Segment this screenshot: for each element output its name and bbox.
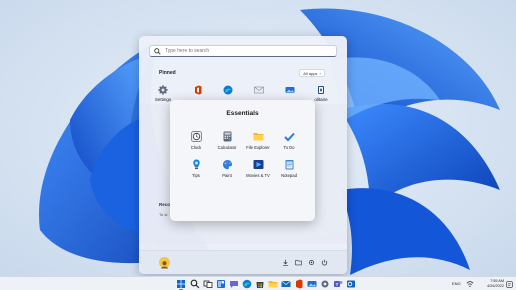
folder-app-movies-tv[interactable]: Movies & TV — [242, 159, 274, 178]
folder-app-label: Calculator — [217, 145, 237, 150]
clock-display[interactable]: 7:55 AM 4/26/2022 — [482, 279, 504, 289]
downloads-icon[interactable] — [282, 259, 289, 266]
settings-icon[interactable] — [320, 279, 330, 289]
start-menu-footer — [139, 250, 347, 274]
folder-app-file-explorer[interactable]: File Explorer — [242, 131, 274, 150]
folder-app-label: Paint — [222, 173, 232, 178]
clock-icon — [190, 131, 202, 142]
movies-icon — [253, 160, 263, 169]
user-avatar[interactable] — [159, 257, 170, 269]
pinned-app-office[interactable] — [186, 85, 210, 95]
todo-icon — [283, 132, 295, 142]
folder-app-calculator[interactable]: Calculator — [211, 131, 243, 150]
taskbar: T ENG 7:55 AM 4/26/2022 — [0, 276, 516, 290]
notepad-icon — [285, 160, 293, 170]
chevron-right-icon: › — [319, 70, 321, 76]
language-indicator[interactable]: ENG — [452, 281, 461, 286]
folder-app-label: File Explorer — [246, 145, 270, 150]
calculator-icon — [223, 131, 231, 142]
edge-icon — [223, 85, 233, 95]
outlook-icon[interactable] — [346, 279, 356, 289]
pinned-app-solitaire[interactable]: olitaire — [309, 85, 333, 102]
tips-icon — [192, 159, 200, 169]
recommended-empty-text: To st — [159, 212, 168, 217]
photos-icon[interactable] — [307, 279, 317, 289]
clock-date: 4/26/2022 — [487, 284, 504, 288]
settings-icon[interactable] — [308, 259, 315, 266]
solitaire-icon — [318, 86, 324, 94]
folder-app-clock[interactable]: Clock — [180, 131, 212, 150]
office-icon[interactable] — [294, 279, 304, 289]
folder-title: Essentials — [226, 110, 259, 117]
mail-icon — [254, 86, 264, 94]
search-icon[interactable] — [190, 279, 200, 289]
file-explorer-icon[interactable] — [268, 279, 278, 289]
file-explorer-icon — [253, 133, 263, 141]
folder-app-paint[interactable]: Paint — [211, 159, 243, 178]
folder-app-notepad[interactable]: Notepad — [273, 159, 305, 178]
office-icon — [195, 85, 202, 95]
task-view-icon[interactable] — [203, 279, 213, 289]
recommended-heading: Reco — [159, 202, 171, 207]
all-apps-button[interactable]: All apps › — [299, 69, 325, 77]
folder-app-label: Clock — [190, 145, 202, 150]
svg-text:T: T — [336, 282, 339, 287]
search-input[interactable] — [165, 46, 325, 56]
start-search-box[interactable] — [149, 45, 337, 57]
pinned-app-edge[interactable] — [216, 85, 240, 95]
edge-icon[interactable] — [242, 279, 252, 289]
folder-app-label: Movies & TV — [246, 173, 270, 178]
paint-icon — [222, 160, 232, 170]
folder-app-tips[interactable]: Tips — [180, 159, 212, 178]
store-icon[interactable] — [255, 279, 265, 289]
widgets-icon[interactable] — [216, 279, 226, 289]
pinned-app-settings[interactable]: Settings — [151, 85, 175, 102]
pinned-heading: Pinned — [159, 70, 176, 76]
folder-app-label: To Do — [283, 145, 295, 150]
search-icon — [154, 47, 161, 55]
folder-icon[interactable] — [295, 259, 302, 266]
start-icon[interactable] — [176, 279, 186, 289]
folder-app-label: Notepad — [281, 173, 297, 178]
user-icon — [161, 261, 168, 269]
power-icon[interactable] — [321, 259, 328, 266]
all-apps-label: All apps — [303, 70, 318, 76]
wifi-icon[interactable] — [466, 280, 474, 288]
mail-icon[interactable] — [281, 279, 291, 289]
chat-icon[interactable] — [229, 279, 239, 289]
essentials-folder-popup: Essentials Clock Calculator File Explore… — [170, 100, 315, 221]
notification-icon[interactable] — [506, 281, 513, 288]
folder-app-label: Tips — [192, 173, 200, 178]
pinned-app-photos[interactable] — [278, 85, 302, 95]
pinned-app-mail[interactable] — [247, 85, 271, 95]
folder-app-todo[interactable]: To Do — [273, 131, 305, 150]
gear-icon — [158, 85, 168, 95]
photos-icon — [285, 87, 295, 93]
teams-icon[interactable]: T — [333, 279, 343, 289]
